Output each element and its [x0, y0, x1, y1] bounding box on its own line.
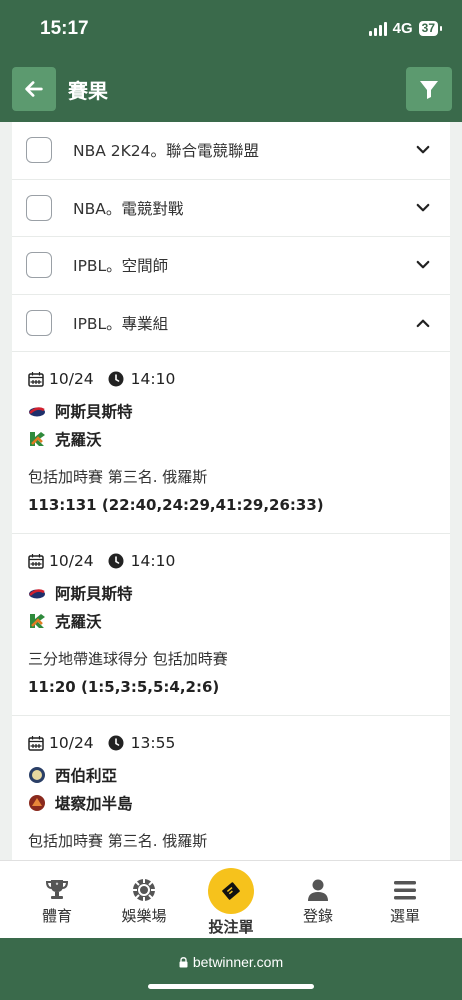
battery-icon: 37	[418, 21, 443, 36]
nav-casino[interactable]: 娛樂場	[98, 861, 190, 939]
team-away: 克羅沃	[28, 428, 102, 450]
status-time: 15:17	[40, 18, 89, 39]
chevron-up-icon[interactable]	[414, 314, 432, 332]
bet-slip-badge	[208, 868, 254, 914]
event-card[interactable]: 10/24 14:10 阿斯貝斯特 克羅沃 三分地帶進球得分 包括加時賽 11:…	[12, 534, 450, 716]
bottom-nav: 體育 娛樂場 投注單 登錄 選單	[0, 860, 462, 938]
nav-bet-slip[interactable]: 投注單	[185, 861, 277, 939]
team-away: 堪察加半島	[28, 792, 133, 814]
results-panel: NBA 2K24。聯合電競聯盟 NBA。電競對戰 IPBL。空間師 IPBL。專…	[12, 122, 450, 860]
url-text: betwinner.com	[192, 954, 284, 970]
team-home-name: 西伯利亞	[55, 767, 118, 785]
team-home: 阿斯貝斯特	[28, 400, 133, 422]
calendar-icon	[28, 554, 44, 569]
chevron-down-icon[interactable]	[414, 199, 432, 217]
league-name: NBA 2K24。聯合電競聯盟	[73, 142, 260, 161]
page-title: 賽果	[68, 79, 108, 103]
status-indicators: 4G 37	[368, 20, 443, 37]
chevron-down-icon[interactable]	[414, 141, 432, 159]
menu-icon	[394, 881, 416, 900]
event-time: 14:10	[130, 370, 176, 388]
clock-icon	[108, 371, 124, 387]
event-score: 11:20 (1:5,3:5,5:4,2:6)	[28, 678, 220, 696]
nav-label: 登錄	[302, 907, 333, 925]
nav-login[interactable]: 登錄	[272, 861, 364, 939]
league-name: IPBL。空間師	[73, 257, 169, 276]
team-away: 克羅沃	[28, 610, 102, 632]
team-logo-icon	[29, 407, 45, 417]
nav-label: 體育	[41, 907, 72, 925]
back-button[interactable]	[12, 67, 56, 111]
calendar-icon	[28, 372, 44, 387]
event-time: 14:10	[130, 552, 176, 570]
filter-icon	[420, 81, 438, 99]
team-home-name: 阿斯貝斯特	[55, 403, 133, 421]
arrow-left-icon	[25, 81, 43, 97]
league-row[interactable]: IPBL。專業組	[12, 295, 450, 352]
team-logo-icon	[29, 795, 45, 811]
status-bar: 15:17 4G 37	[0, 0, 462, 56]
nav-sports[interactable]: 體育	[11, 861, 103, 939]
team-away-name: 堪察加半島	[55, 795, 133, 813]
bet-slip-icon	[222, 882, 240, 900]
nav-menu[interactable]: 選單	[359, 861, 451, 939]
event-card[interactable]: 10/24 14:10 阿斯貝斯特 克羅沃 包括加時賽 第三名. 俄羅斯 113…	[12, 352, 450, 534]
team-home-name: 阿斯貝斯特	[55, 585, 133, 603]
league-checkbox[interactable]	[26, 137, 52, 164]
event-datetime: 10/24 14:10	[28, 552, 175, 570]
event-description: 包括加時賽 第三名. 俄羅斯	[28, 468, 208, 486]
clock-icon	[108, 553, 124, 569]
league-checkbox[interactable]	[26, 252, 52, 279]
chevron-down-icon[interactable]	[414, 256, 432, 274]
team-home: 西伯利亞	[28, 764, 117, 786]
team-away-name: 克羅沃	[55, 613, 102, 631]
clock-icon	[108, 735, 124, 751]
league-row[interactable]: NBA。電競對戰	[12, 180, 450, 237]
user-icon	[308, 879, 328, 901]
event-datetime: 10/24 14:10	[28, 370, 175, 388]
team-logo-icon	[29, 767, 45, 783]
network-label: 4G	[392, 20, 413, 37]
event-score: 113:131 (22:40,24:29,41:29,26:33)	[28, 496, 324, 514]
league-name: NBA。電競對戰	[73, 199, 184, 218]
url-display[interactable]: betwinner.com	[0, 954, 462, 970]
signal-icon	[368, 21, 387, 36]
event-date: 10/24	[49, 734, 94, 752]
event-date: 10/24	[49, 370, 94, 388]
nav-label: 選單	[389, 907, 420, 925]
team-logo-icon	[29, 589, 45, 599]
team-away-name: 克羅沃	[55, 431, 102, 449]
league-row[interactable]: IPBL。空間師	[12, 237, 450, 295]
calendar-icon	[28, 736, 44, 751]
league-checkbox[interactable]	[26, 309, 52, 336]
nav-label: 投注單	[208, 918, 254, 936]
casino-chip-icon	[133, 879, 155, 901]
event-description: 三分地帶進球得分 包括加時賽	[28, 650, 228, 668]
team-logo-icon	[30, 614, 45, 628]
event-card[interactable]: 10/24 13:55 西伯利亞 堪察加半島 包括加時賽 第三名. 俄羅斯	[12, 716, 450, 860]
app-header: 賽果	[0, 56, 462, 122]
lock-icon	[179, 957, 188, 968]
nav-label: 娛樂場	[121, 907, 167, 925]
event-description: 包括加時賽 第三名. 俄羅斯	[28, 832, 208, 850]
team-logo-icon	[30, 432, 45, 446]
trophy-icon	[45, 880, 69, 899]
results-content[interactable]: NBA 2K24。聯合電競聯盟 NBA。電競對戰 IPBL。空間師 IPBL。專…	[0, 122, 462, 860]
league-checkbox[interactable]	[26, 194, 52, 221]
browser-url-bar[interactable]: betwinner.com	[0, 938, 462, 1000]
event-datetime: 10/24 13:55	[28, 734, 175, 752]
home-indicator[interactable]	[148, 984, 314, 989]
team-home: 阿斯貝斯特	[28, 582, 133, 604]
league-row[interactable]: NBA 2K24。聯合電競聯盟	[12, 122, 450, 180]
filter-button[interactable]	[406, 67, 452, 111]
league-name: IPBL。專業組	[73, 314, 169, 333]
event-time: 13:55	[130, 734, 176, 752]
event-date: 10/24	[49, 552, 94, 570]
